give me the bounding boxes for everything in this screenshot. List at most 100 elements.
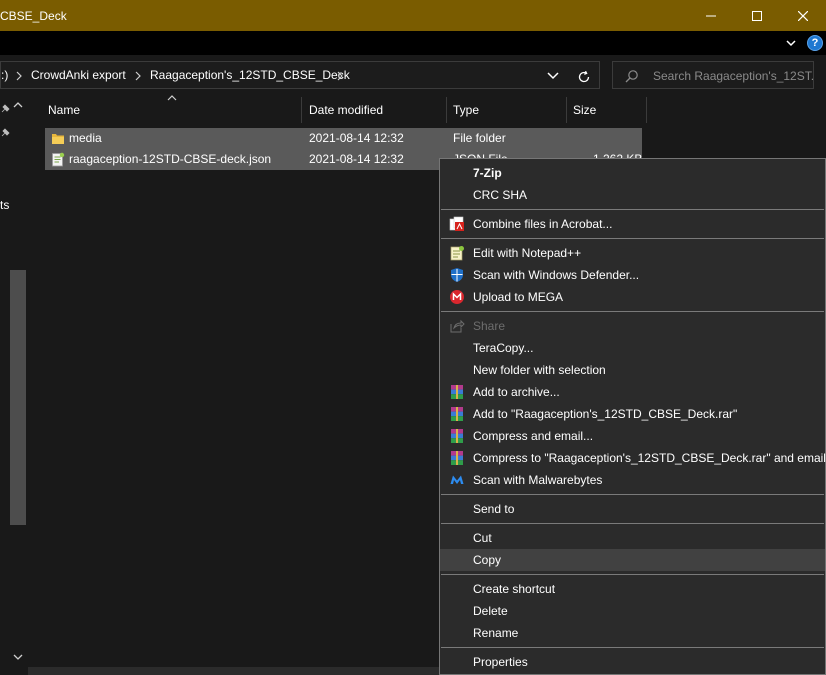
breadcrumb-drive[interactable]: :) bbox=[1, 68, 8, 82]
menu-item-label: TeraCopy... bbox=[473, 341, 534, 355]
scroll-down-icon[interactable] bbox=[12, 652, 24, 662]
menu-item-label: Upload to MEGA bbox=[473, 290, 564, 304]
minimize-button[interactable] bbox=[688, 0, 734, 31]
menu-item-crc-sha[interactable]: CRC SHA bbox=[440, 184, 825, 206]
menu-item-compress-email[interactable]: Compress and email... bbox=[440, 425, 825, 447]
menu-separator bbox=[441, 494, 824, 495]
title-bar: CBSE_Deck bbox=[0, 0, 826, 31]
nav-scrollbar-thumb[interactable] bbox=[10, 270, 26, 525]
expand-ribbon-chevron-icon[interactable] bbox=[784, 36, 798, 50]
file-type: File folder bbox=[453, 131, 506, 145]
column-header-size[interactable]: Size bbox=[573, 103, 596, 117]
file-row-media[interactable]: media 2021-08-14 12:32 File folder bbox=[45, 128, 642, 149]
context-menu: 7-Zip CRC SHA Combine files in Acrobat..… bbox=[439, 158, 826, 675]
menu-item-label: New folder with selection bbox=[473, 363, 606, 377]
menu-item-delete[interactable]: Delete bbox=[440, 600, 825, 622]
menu-item-label: Copy bbox=[473, 553, 502, 567]
pin-icon bbox=[1, 104, 10, 113]
window-title: CBSE_Deck bbox=[0, 9, 67, 23]
menu-item-label: Cut bbox=[473, 531, 492, 545]
maximize-button[interactable] bbox=[734, 0, 780, 31]
column-divider[interactable] bbox=[446, 97, 447, 123]
column-divider[interactable] bbox=[301, 97, 302, 123]
menu-item-new-folder-selection[interactable]: New folder with selection bbox=[440, 359, 825, 381]
menu-item-teracopy[interactable]: TeraCopy... bbox=[440, 337, 825, 359]
winrar-icon bbox=[451, 451, 463, 465]
address-bar[interactable]: :) CrowdAnki export Raagaception's_12STD… bbox=[0, 61, 600, 89]
menu-item-compress-rar-email[interactable]: Compress to "Raagaception's_12STD_CBSE_D… bbox=[440, 447, 826, 469]
menu-item-scan-defender[interactable]: Scan with Windows Defender... bbox=[440, 264, 825, 286]
menu-item-label: Compress to "Raagaception's_12STD_CBSE_D… bbox=[473, 451, 826, 465]
menu-item-label: Combine files in Acrobat... bbox=[473, 217, 613, 231]
column-header-type[interactable]: Type bbox=[453, 103, 479, 117]
minimize-icon bbox=[706, 15, 716, 16]
file-date-modified: 2021-08-14 12:32 bbox=[309, 131, 404, 145]
scroll-up-icon[interactable] bbox=[12, 100, 24, 110]
menu-item-label: Delete bbox=[473, 604, 508, 618]
folder-icon bbox=[52, 134, 64, 144]
menu-item-create-shortcut[interactable]: Create shortcut bbox=[440, 578, 825, 600]
menu-item-label: Scan with Windows Defender... bbox=[473, 268, 640, 282]
menu-item-properties[interactable]: Properties bbox=[440, 651, 825, 673]
chevron-right-icon[interactable] bbox=[134, 71, 142, 81]
menu-item-label: Send to bbox=[473, 502, 515, 516]
menu-item-upload-mega[interactable]: Upload to MEGA bbox=[440, 286, 825, 308]
navigation-pane: ts bbox=[0, 95, 28, 667]
menu-separator bbox=[441, 647, 824, 648]
menu-item-combine-acrobat[interactable]: Combine files in Acrobat... bbox=[440, 213, 825, 235]
windows-defender-icon bbox=[451, 268, 463, 282]
help-icon[interactable]: ? bbox=[807, 35, 823, 51]
menu-item-label: Properties bbox=[473, 655, 528, 669]
menu-separator bbox=[441, 209, 824, 210]
menu-item-label: Scan with Malwarebytes bbox=[473, 473, 603, 487]
column-header-date-modified[interactable]: Date modified bbox=[309, 103, 383, 117]
maximize-icon bbox=[752, 10, 762, 21]
pin-icon bbox=[1, 128, 10, 137]
menu-item-label: Add to archive... bbox=[473, 385, 560, 399]
chevron-right-icon[interactable] bbox=[336, 71, 344, 81]
json-file-icon bbox=[52, 152, 65, 167]
menu-item-7zip[interactable]: 7-Zip bbox=[440, 162, 825, 184]
menu-item-label: CRC SHA bbox=[473, 188, 528, 202]
winrar-icon bbox=[451, 407, 463, 421]
winrar-icon bbox=[451, 385, 463, 399]
refresh-icon[interactable] bbox=[575, 68, 593, 86]
column-divider[interactable] bbox=[566, 97, 567, 123]
ribbon-bar: ? bbox=[0, 31, 826, 55]
file-name: media bbox=[69, 131, 102, 145]
menu-item-add-to-rar[interactable]: Add to "Raagaception's_12STD_CBSE_Deck.r… bbox=[440, 403, 825, 425]
address-row: :) CrowdAnki export Raagaception's_12STD… bbox=[0, 55, 826, 95]
file-date-modified: 2021-08-14 12:32 bbox=[309, 152, 404, 166]
menu-item-label: 7-Zip bbox=[473, 166, 502, 180]
notepad-plus-plus-icon bbox=[450, 246, 464, 261]
breadcrumb-crowdanki-export[interactable]: CrowdAnki export bbox=[31, 68, 126, 82]
nav-item-label[interactable]: ts bbox=[0, 198, 9, 212]
menu-separator bbox=[441, 238, 824, 239]
sort-ascending-icon bbox=[167, 95, 177, 101]
column-divider[interactable] bbox=[646, 97, 647, 123]
file-name: raagaception-12STD-CBSE-deck.json bbox=[69, 152, 272, 166]
search-box[interactable]: Search Raagaception's_12ST... bbox=[612, 61, 814, 89]
menu-item-send-to[interactable]: Send to bbox=[440, 498, 825, 520]
menu-item-copy[interactable]: Copy bbox=[440, 549, 825, 571]
menu-item-scan-malwarebytes[interactable]: Scan with Malwarebytes bbox=[440, 469, 825, 491]
menu-item-add-to-archive[interactable]: Add to archive... bbox=[440, 381, 825, 403]
menu-item-cut[interactable]: Cut bbox=[440, 527, 825, 549]
menu-separator bbox=[441, 311, 824, 312]
menu-item-edit-notepad[interactable]: Edit with Notepad++ bbox=[440, 242, 825, 264]
menu-item-label: Create shortcut bbox=[473, 582, 556, 596]
menu-item-label: Compress and email... bbox=[473, 429, 594, 443]
winrar-icon bbox=[451, 429, 463, 443]
menu-item-label: Add to "Raagaception's_12STD_CBSE_Deck.r… bbox=[473, 407, 738, 421]
menu-separator bbox=[441, 574, 824, 575]
menu-item-share: Share bbox=[440, 315, 825, 337]
chevron-right-icon[interactable] bbox=[15, 71, 23, 81]
close-button[interactable] bbox=[780, 0, 826, 31]
address-history-dropdown-icon[interactable] bbox=[546, 70, 560, 82]
search-input[interactable]: Search Raagaception's_12ST... bbox=[653, 69, 813, 83]
breadcrumb-deck-folder[interactable]: Raagaception's_12STD_CBSE_Deck bbox=[150, 68, 350, 82]
menu-item-rename[interactable]: Rename bbox=[440, 622, 825, 644]
column-header-name[interactable]: Name bbox=[48, 103, 80, 117]
mega-icon bbox=[450, 290, 464, 304]
close-icon bbox=[798, 10, 808, 21]
